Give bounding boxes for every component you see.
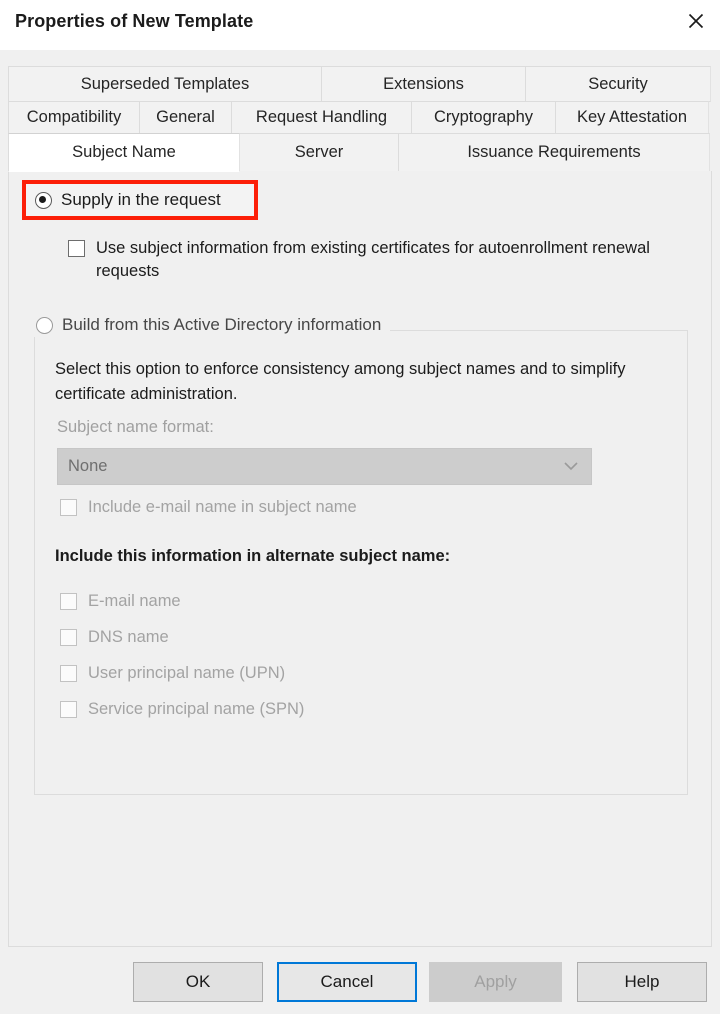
tab-row-2: Compatibility General Request Handling Cryp… <box>8 101 712 134</box>
tab-strip: Superseded Templates Extensions Security C… <box>8 66 712 172</box>
checkbox-indicator-reuse-subject <box>68 240 85 257</box>
tab-row-3: Subject Name Server Issuance Requirements <box>8 133 712 172</box>
tab-superseded-templates[interactable]: Superseded Templates <box>8 66 322 102</box>
alternate-subject-name-options: E-mail name DNS name User principal name (… <box>60 583 560 727</box>
checkbox-indicator <box>60 592 77 610</box>
chevron-down-icon <box>563 458 579 476</box>
tab-label: Key Attestation <box>576 108 688 126</box>
tab-compatibility[interactable]: Compatibility <box>8 101 140 134</box>
checkbox-reuse-subject-information[interactable]: Use subject information from existing ce… <box>68 237 678 283</box>
checkbox-label: DNS name <box>88 627 169 646</box>
tab-label: Server <box>294 143 344 161</box>
alternate-subject-name-heading: Include this information in alternate su… <box>55 547 451 565</box>
dialog-button-bar: OK Cancel Apply Help <box>0 962 720 1006</box>
tab-label: Compatibility <box>26 108 122 126</box>
tab-label: Extensions <box>383 74 464 93</box>
properties-dialog: Properties of New Template Superseded Te… <box>0 0 720 1014</box>
radio-indicator-build <box>36 316 53 334</box>
radio-label-supply: Supply in the request <box>61 190 221 209</box>
tab-label: Cryptography <box>433 108 534 126</box>
close-icon[interactable] <box>672 0 720 42</box>
help-button[interactable]: Help <box>577 962 707 1002</box>
tab-label: Superseded Templates <box>80 74 250 93</box>
checkbox-label: E-mail name <box>88 591 181 610</box>
tab-server[interactable]: Server <box>239 133 399 172</box>
radio-build-from-active-directory[interactable]: Build from this Active Directory informa… <box>34 313 391 337</box>
tab-cryptography[interactable]: Cryptography <box>411 101 556 134</box>
checkbox-label: User principal name (UPN) <box>88 663 286 682</box>
tab-general[interactable]: General <box>139 101 232 134</box>
radio-supply-in-the-request[interactable]: Supply in the request <box>22 180 258 220</box>
tab-label: Request Handling <box>255 108 388 126</box>
page-title: Properties of New Template <box>15 11 254 31</box>
ok-button[interactable]: OK <box>133 962 263 1002</box>
checkbox-user-principal-name-upn-[interactable]: User principal name (UPN) <box>60 655 560 691</box>
tab-extensions[interactable]: Extensions <box>321 66 526 102</box>
checkbox-indicator <box>60 664 77 682</box>
apply-button: Apply <box>429 962 562 1002</box>
tab-subject-name[interactable]: Subject Name <box>8 133 240 172</box>
checkbox-indicator-include-email <box>60 499 77 516</box>
tab-security[interactable]: Security <box>525 66 711 102</box>
tab-label: General <box>156 108 215 126</box>
cancel-button[interactable]: Cancel <box>277 962 417 1002</box>
checkbox-indicator <box>60 700 77 718</box>
subject-name-format-value: None <box>68 457 108 475</box>
checkbox-dns-name[interactable]: DNS name <box>60 619 560 655</box>
tab-issuance-requirements[interactable]: Issuance Requirements <box>398 133 710 172</box>
tab-label: Security <box>588 74 648 93</box>
checkbox-label-reuse-subject: Use subject information from existing ce… <box>96 239 650 280</box>
active-directory-description: Select this option to enforce consistenc… <box>55 360 626 403</box>
radio-label-build: Build from this Active Directory informa… <box>62 315 382 334</box>
tab-request-handling[interactable]: Request Handling <box>231 101 412 134</box>
tab-key-attestation[interactable]: Key Attestation <box>555 101 709 134</box>
tab-row-1: Superseded Templates Extensions Security <box>8 66 712 102</box>
tab-label: Subject Name <box>72 143 176 161</box>
radio-indicator-supply <box>35 191 52 209</box>
title-bar: Properties of New Template <box>0 0 720 50</box>
checkbox-service-principal-name-spn-[interactable]: Service principal name (SPN) <box>60 691 560 727</box>
checkbox-include-email-in-subject-name[interactable]: Include e-mail name in subject name <box>60 498 357 517</box>
subject-name-format-label: Subject name format: <box>57 418 214 436</box>
checkbox-indicator <box>60 628 77 646</box>
checkbox-e-mail-name[interactable]: E-mail name <box>60 583 560 619</box>
checkbox-label: Service principal name (SPN) <box>88 699 305 718</box>
subject-name-format-dropdown[interactable]: None <box>57 448 592 485</box>
checkbox-label-include-email: Include e-mail name in subject name <box>88 498 357 516</box>
tab-label: Issuance Requirements <box>467 143 641 161</box>
